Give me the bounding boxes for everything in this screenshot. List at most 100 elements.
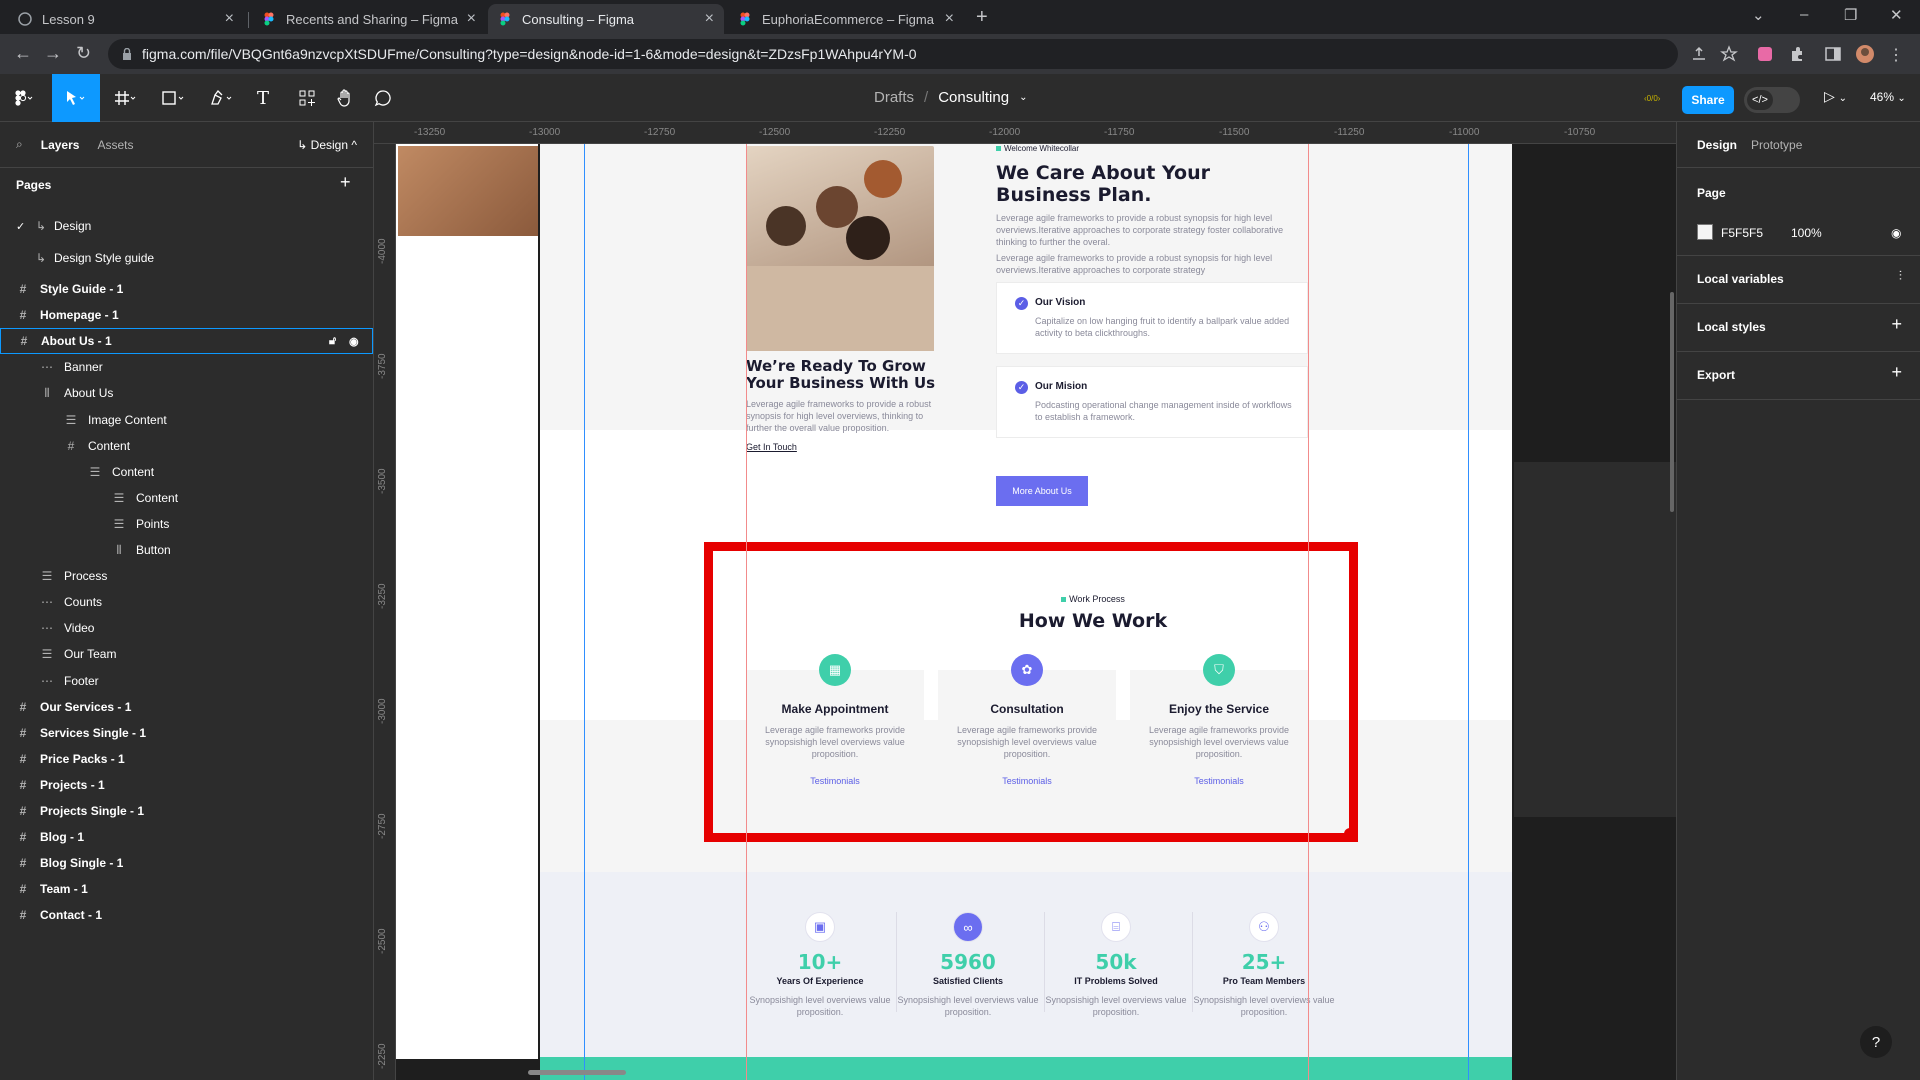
chevron-down-icon[interactable]: ⌄ [1019,92,1027,103]
pen-tool[interactable] [200,74,244,122]
ruler-tick-label: -11750 [1104,127,1135,138]
layer-row[interactable]: ☰ Image Content [0,407,373,433]
help-button[interactable]: ? [1860,1026,1892,1058]
layer-row[interactable]: ⋯ Video [0,615,373,641]
dev-mode-toggle[interactable]: </> [1744,87,1800,113]
get-in-touch-link[interactable]: Get In Touch [746,442,797,452]
tab-consulting[interactable]: Consulting – Figma × [488,4,724,34]
count-desc: Synopsishigh level overviews value propo… [749,995,891,1017]
ruler-tick-label: -13250 [414,127,446,138]
eye-icon[interactable]: ◉ [1891,226,1901,240]
tab-assets[interactable]: Assets [97,138,133,152]
back-icon[interactable]: ← [14,43,32,64]
restore-icon[interactable]: ❐ [1844,6,1857,24]
layer-row[interactable]: # Style Guide - 1 [0,276,373,302]
share-button[interactable]: Share [1682,86,1734,114]
move-tool[interactable] [52,74,100,122]
layer-row[interactable]: ☰ Points [0,511,373,537]
present-button[interactable]: ▷ ⌄ [1824,88,1847,105]
sidepanel-icon[interactable] [1824,45,1842,63]
text-tool[interactable]: T [248,74,278,122]
tab-design[interactable]: Design [1697,138,1737,152]
zoom-level[interactable]: 46% ⌄ [1870,90,1906,104]
page-color-swatch[interactable] [1697,224,1713,240]
add-page-button[interactable]: + [340,172,351,193]
kebab-menu-icon[interactable]: ⋮ [1888,45,1906,64]
eye-icon[interactable]: ◉ [349,335,359,348]
shape-tool[interactable] [152,74,196,122]
page-item[interactable]: ✓ ↳ Design [0,210,373,242]
page-switcher[interactable]: ↳ Design ^ [297,138,357,152]
comment-tool[interactable] [368,74,398,122]
unlock-icon[interactable]: 🔓︎ [329,335,336,348]
stack-icon: ☰ [113,516,125,531]
page-color-value[interactable]: F5F5F5 [1721,226,1763,240]
layer-row[interactable]: # Projects Single - 1 [0,798,373,824]
close-icon[interactable]: × [705,10,714,28]
frame-tool[interactable] [104,74,148,122]
resize-handle[interactable] [1344,828,1356,840]
resources-tool[interactable] [292,74,322,122]
add-style-icon[interactable]: + [1891,314,1902,335]
vertical-scrollbar[interactable] [1670,292,1674,512]
layer-row[interactable]: ⋯ Counts [0,589,373,615]
layer-row[interactable]: # Services Single - 1 [0,720,373,746]
layer-row[interactable]: # Projects - 1 [0,772,373,798]
tab-lesson-9[interactable]: Lesson 9 × [8,4,244,34]
page-section: Page F5F5F5 100% ◉ [1677,168,1920,256]
layer-row[interactable]: # Blog - 1 [0,824,373,850]
extension-color-icon[interactable] [1756,45,1774,63]
layer-row[interactable]: ⋯ Banner [0,354,373,380]
layer-row[interactable]: ☰ Process [0,563,373,589]
new-tab-button[interactable]: + [976,6,988,29]
reload-icon[interactable]: ↻ [76,43,91,64]
layer-row[interactable]: ☰ Content [0,485,373,511]
figma-icon [498,12,512,26]
close-icon[interactable]: × [945,10,954,28]
tab-prototype[interactable]: Prototype [1751,138,1802,152]
forward-icon[interactable]: → [44,43,62,64]
close-icon[interactable]: × [467,10,476,28]
layer-row[interactable]: # About Us - 1 🔓︎ ◉ [0,328,373,355]
local-variables-label[interactable]: Local variables [1697,272,1784,286]
breadcrumb-drafts[interactable]: Drafts [874,89,914,106]
minimize-icon[interactable]: – [1800,6,1808,23]
breadcrumb-file[interactable]: Consulting [938,89,1009,106]
search-icon[interactable]: ⌕ [16,137,23,152]
tab-search-icon[interactable]: ⌄ [1752,6,1765,24]
url-text: figma.com/file/VBQGnt6a9nzvcpXtSDUFme/Co… [142,46,917,62]
layer-row[interactable]: # Our Services - 1 [0,694,373,720]
hand-tool[interactable] [330,74,360,122]
code-file-icon: ⌸ [1101,912,1131,942]
share-page-icon[interactable] [1690,45,1708,63]
star-icon[interactable] [1720,45,1738,63]
avatar[interactable] [1856,45,1874,63]
layer-row[interactable]: # Content [0,433,373,459]
layer-row[interactable]: # Blog Single - 1 [0,850,373,876]
layer-row[interactable]: ☰ Our Team [0,641,373,667]
tab-euphoria[interactable]: EuphoriaEcommerce – Figma × [728,4,964,34]
tab-recents[interactable]: Recents and Sharing – Figma × [252,4,486,34]
tab-layers[interactable]: Layers [41,138,80,152]
url-field[interactable]: figma.com/file/VBQGnt6a9nzvcpXtSDUFme/Co… [108,39,1678,69]
layer-row[interactable]: ⫴ About Us [0,380,373,406]
ruler-tick-label: -2250 [377,1043,388,1069]
close-icon[interactable]: × [225,10,234,28]
puzzle-icon[interactable] [1788,45,1806,63]
horizontal-scrollbar[interactable] [528,1070,626,1075]
add-export-icon[interactable]: + [1891,362,1902,383]
layer-row[interactable]: # Homepage - 1 [0,302,373,328]
layer-row[interactable]: ⫴ Button [0,537,373,563]
layer-row[interactable]: # Contact - 1 [0,902,373,928]
main-menu-button[interactable] [0,74,48,122]
layer-row[interactable]: ⋯ Footer [0,668,373,694]
layer-row[interactable]: ☰ Content [0,459,373,485]
window-close-icon[interactable]: ✕ [1890,6,1903,24]
layer-row[interactable]: # Price Packs - 1 [0,746,373,772]
more-about-us-button[interactable]: More About Us [996,476,1088,506]
page-opacity[interactable]: 100% [1791,226,1822,240]
page-item[interactable]: ↳ Design Style guide [0,242,373,274]
sliders-icon[interactable]: ⫶ [1899,268,1902,284]
layer-row[interactable]: # Team - 1 [0,876,373,902]
canvas[interactable]: We’re Ready To Grow Your Business With U… [374,122,1676,1080]
